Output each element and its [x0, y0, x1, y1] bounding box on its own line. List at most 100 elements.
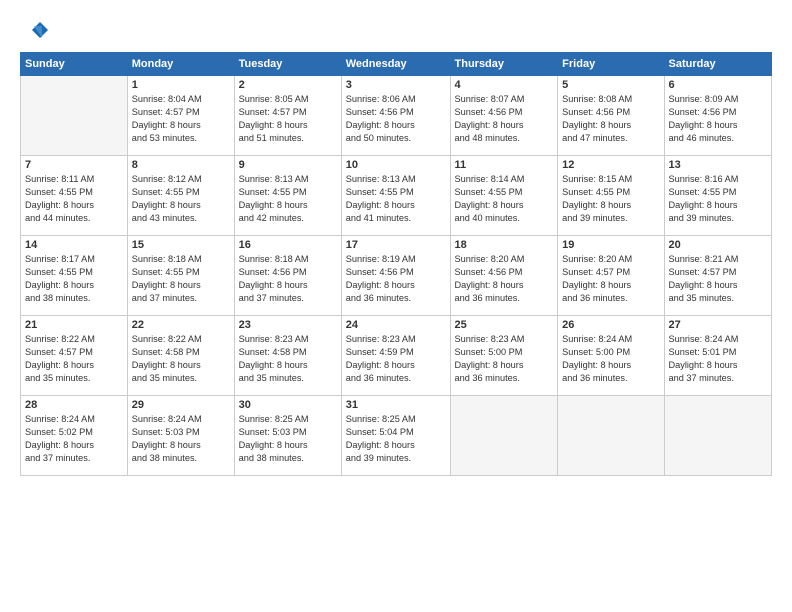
calendar-cell: 9Sunrise: 8:13 AM Sunset: 4:55 PM Daylig… — [234, 156, 341, 236]
day-info: Sunrise: 8:08 AM Sunset: 4:56 PM Dayligh… — [562, 93, 659, 145]
day-number: 3 — [346, 79, 446, 91]
day-info: Sunrise: 8:20 AM Sunset: 4:57 PM Dayligh… — [562, 253, 659, 305]
calendar-cell: 7Sunrise: 8:11 AM Sunset: 4:55 PM Daylig… — [21, 156, 128, 236]
calendar-week-2: 14 Sunrise: 8:17 AM Sunset: 4:55 PM Dayli… — [21, 236, 772, 316]
calendar-cell: 4 Sunrise: 8:07 AM Sunset: 4:56 PM Daylig… — [450, 76, 558, 156]
calendar-cell: 17 Sunrise: 8:19 AM Sunset: 4:56 PM Dayli… — [341, 236, 450, 316]
calendar-header-row: SundayMondayTuesdayWednesdayThursdayFrid… — [21, 53, 772, 76]
day-number: 1 — [132, 79, 230, 91]
day-info: Sunrise: 8:24 AM Sunset: 5:00 PM Dayligh… — [562, 333, 659, 385]
calendar-cell: 27 Sunrise: 8:24 AM Sunset: 5:01 PM Dayli… — [664, 316, 772, 396]
calendar-week-3: 21 Sunrise: 8:22 AM Sunset: 4:57 PM Dayli… — [21, 316, 772, 396]
calendar-cell: 25 Sunrise: 8:23 AM Sunset: 5:00 PM Dayli… — [450, 316, 558, 396]
day-info: Sunrise: 8:07 AM Sunset: 4:56 PM Dayligh… — [455, 93, 554, 145]
calendar-table: SundayMondayTuesdayWednesdayThursdayFrid… — [20, 52, 772, 476]
day-number: 28 — [25, 399, 123, 411]
calendar-cell: 11 Sunrise: 8:14 AM Sunset: 4:55 PM Dayli… — [450, 156, 558, 236]
day-number: 16 — [239, 239, 337, 251]
day-info: Sunrise: 8:24 AM Sunset: 5:01 PM Dayligh… — [669, 333, 768, 385]
day-number: 9 — [239, 159, 337, 171]
day-info: Sunrise: 8:13 AM Sunset: 4:55 PM Dayligh… — [346, 173, 446, 225]
calendar-cell: 16 Sunrise: 8:18 AM Sunset: 4:56 PM Dayli… — [234, 236, 341, 316]
day-info: Sunrise: 8:22 AM Sunset: 4:57 PM Dayligh… — [25, 333, 123, 385]
calendar-cell: 18 Sunrise: 8:20 AM Sunset: 4:56 PM Dayli… — [450, 236, 558, 316]
day-number: 26 — [562, 319, 659, 331]
day-info: Sunrise: 8:23 AM Sunset: 5:00 PM Dayligh… — [455, 333, 554, 385]
calendar-cell: 15 Sunrise: 8:18 AM Sunset: 4:55 PM Dayli… — [127, 236, 234, 316]
calendar-cell: 21 Sunrise: 8:22 AM Sunset: 4:57 PM Dayli… — [21, 316, 128, 396]
day-number: 15 — [132, 239, 230, 251]
day-number: 25 — [455, 319, 554, 331]
calendar-cell: 23 Sunrise: 8:23 AM Sunset: 4:58 PM Dayli… — [234, 316, 341, 396]
calendar-cell: 12 Sunrise: 8:15 AM Sunset: 4:55 PM Dayli… — [558, 156, 664, 236]
day-number: 14 — [25, 239, 123, 251]
day-number: 27 — [669, 319, 768, 331]
day-number: 23 — [239, 319, 337, 331]
calendar-week-0: 1 Sunrise: 8:04 AM Sunset: 4:57 PM Daylig… — [21, 76, 772, 156]
day-number: 31 — [346, 399, 446, 411]
day-number: 18 — [455, 239, 554, 251]
logo — [20, 18, 52, 46]
day-number: 4 — [455, 79, 554, 91]
day-info: Sunrise: 8:23 AM Sunset: 4:58 PM Dayligh… — [239, 333, 337, 385]
day-info: Sunrise: 8:18 AM Sunset: 4:56 PM Dayligh… — [239, 253, 337, 305]
calendar-cell: 13 Sunrise: 8:16 AM Sunset: 4:55 PM Dayli… — [664, 156, 772, 236]
day-number: 20 — [669, 239, 768, 251]
calendar-cell — [21, 76, 128, 156]
calendar-cell: 20 Sunrise: 8:21 AM Sunset: 4:57 PM Dayli… — [664, 236, 772, 316]
calendar-cell: 1 Sunrise: 8:04 AM Sunset: 4:57 PM Daylig… — [127, 76, 234, 156]
calendar-cell: 10 Sunrise: 8:13 AM Sunset: 4:55 PM Dayli… — [341, 156, 450, 236]
day-info: Sunrise: 8:25 AM Sunset: 5:03 PM Dayligh… — [239, 413, 337, 465]
day-number: 12 — [562, 159, 659, 171]
calendar-cell: 29Sunrise: 8:24 AM Sunset: 5:03 PM Dayli… — [127, 396, 234, 476]
day-number: 5 — [562, 79, 659, 91]
calendar-header-sunday: Sunday — [21, 53, 128, 76]
day-info: Sunrise: 8:17 AM Sunset: 4:55 PM Dayligh… — [25, 253, 123, 305]
calendar-week-4: 28 Sunrise: 8:24 AM Sunset: 5:02 PM Dayli… — [21, 396, 772, 476]
day-number: 17 — [346, 239, 446, 251]
day-number: 6 — [669, 79, 768, 91]
calendar-cell: 3 Sunrise: 8:06 AM Sunset: 4:56 PM Daylig… — [341, 76, 450, 156]
day-info: Sunrise: 8:12 AM Sunset: 4:55 PM Dayligh… — [132, 173, 230, 225]
day-info: Sunrise: 8:16 AM Sunset: 4:55 PM Dayligh… — [669, 173, 768, 225]
calendar-cell — [558, 396, 664, 476]
header — [20, 18, 772, 46]
day-number: 2 — [239, 79, 337, 91]
day-number: 24 — [346, 319, 446, 331]
calendar-cell: 22 Sunrise: 8:22 AM Sunset: 4:58 PM Dayli… — [127, 316, 234, 396]
day-info: Sunrise: 8:21 AM Sunset: 4:57 PM Dayligh… — [669, 253, 768, 305]
day-info: Sunrise: 8:14 AM Sunset: 4:55 PM Dayligh… — [455, 173, 554, 225]
day-info: Sunrise: 8:25 AM Sunset: 5:04 PM Dayligh… — [346, 413, 446, 465]
day-info: Sunrise: 8:05 AM Sunset: 4:57 PM Dayligh… — [239, 93, 337, 145]
day-info: Sunrise: 8:06 AM Sunset: 4:56 PM Dayligh… — [346, 93, 446, 145]
day-number: 21 — [25, 319, 123, 331]
calendar-header-friday: Friday — [558, 53, 664, 76]
day-number: 7 — [25, 159, 123, 171]
day-info: Sunrise: 8:24 AM Sunset: 5:02 PM Dayligh… — [25, 413, 123, 465]
calendar-cell: 26 Sunrise: 8:24 AM Sunset: 5:00 PM Dayli… — [558, 316, 664, 396]
day-number: 29 — [132, 399, 230, 411]
day-number: 22 — [132, 319, 230, 331]
day-number: 8 — [132, 159, 230, 171]
day-number: 11 — [455, 159, 554, 171]
day-info: Sunrise: 8:22 AM Sunset: 4:58 PM Dayligh… — [132, 333, 230, 385]
calendar-cell: 5 Sunrise: 8:08 AM Sunset: 4:56 PM Daylig… — [558, 76, 664, 156]
calendar-header-monday: Monday — [127, 53, 234, 76]
page: SundayMondayTuesdayWednesdayThursdayFrid… — [0, 0, 792, 612]
day-number: 10 — [346, 159, 446, 171]
day-info: Sunrise: 8:18 AM Sunset: 4:55 PM Dayligh… — [132, 253, 230, 305]
calendar-cell: 30 Sunrise: 8:25 AM Sunset: 5:03 PM Dayli… — [234, 396, 341, 476]
calendar-cell: 14 Sunrise: 8:17 AM Sunset: 4:55 PM Dayli… — [21, 236, 128, 316]
day-info: Sunrise: 8:04 AM Sunset: 4:57 PM Dayligh… — [132, 93, 230, 145]
calendar-cell: 24Sunrise: 8:23 AM Sunset: 4:59 PM Dayli… — [341, 316, 450, 396]
day-number: 30 — [239, 399, 337, 411]
calendar-cell: 19Sunrise: 8:20 AM Sunset: 4:57 PM Dayli… — [558, 236, 664, 316]
calendar-header-wednesday: Wednesday — [341, 53, 450, 76]
day-info: Sunrise: 8:19 AM Sunset: 4:56 PM Dayligh… — [346, 253, 446, 305]
day-number: 13 — [669, 159, 768, 171]
calendar-week-1: 7Sunrise: 8:11 AM Sunset: 4:55 PM Daylig… — [21, 156, 772, 236]
calendar-cell — [664, 396, 772, 476]
day-info: Sunrise: 8:20 AM Sunset: 4:56 PM Dayligh… — [455, 253, 554, 305]
day-info: Sunrise: 8:15 AM Sunset: 4:55 PM Dayligh… — [562, 173, 659, 225]
calendar-header-saturday: Saturday — [664, 53, 772, 76]
